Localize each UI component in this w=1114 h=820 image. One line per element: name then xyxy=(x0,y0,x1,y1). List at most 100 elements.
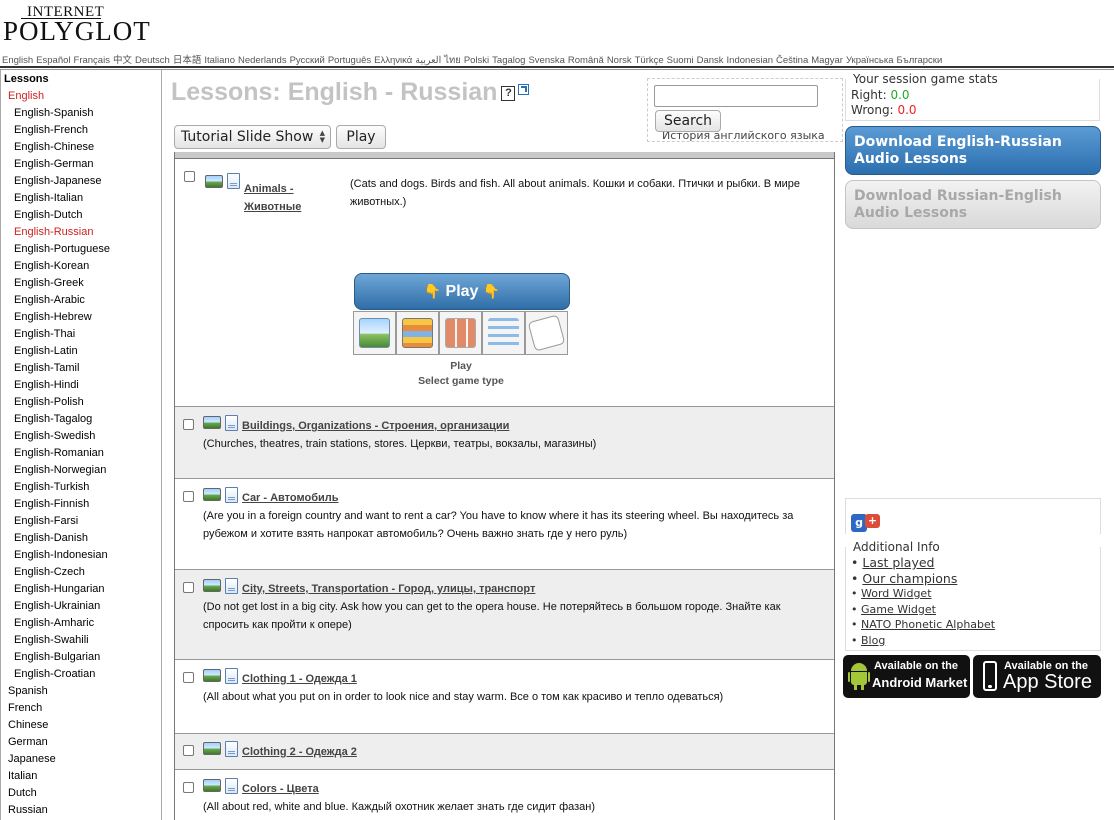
sidebar-item[interactable]: English-Russian xyxy=(1,224,161,241)
sidebar-item[interactable]: English-Croatian xyxy=(1,666,161,683)
sidebar-item[interactable]: English-Spanish xyxy=(1,105,161,122)
sidebar-item[interactable]: English-Latin xyxy=(1,343,161,360)
sidebar-item[interactable]: English xyxy=(1,88,161,105)
lesson-checkbox[interactable] xyxy=(183,745,194,756)
language-link[interactable]: Русский xyxy=(290,55,325,66)
big-play-button[interactable]: 👇 Play 👇 xyxy=(354,273,570,310)
language-link[interactable]: Polski xyxy=(464,55,489,66)
info-link[interactable]: Blog xyxy=(861,634,885,647)
search-input[interactable] xyxy=(654,85,818,107)
picture-game-icon[interactable] xyxy=(353,311,396,355)
language-link[interactable]: ไทย xyxy=(444,55,461,66)
sidebar-item[interactable]: English-Hungarian xyxy=(1,581,161,598)
document-icon[interactable] xyxy=(225,415,238,431)
picture-icon[interactable] xyxy=(203,669,221,682)
sidebar-item[interactable]: English-Korean xyxy=(1,258,161,275)
sidebar-item[interactable]: English-Danish xyxy=(1,530,161,547)
picture-icon[interactable] xyxy=(203,416,221,429)
info-link[interactable]: NATO Phonetic Alphabet xyxy=(861,618,995,631)
language-link[interactable]: Română xyxy=(568,55,604,66)
sidebar-item[interactable]: English-Arabic xyxy=(1,292,161,309)
sidebar-item[interactable]: Japanese xyxy=(1,751,161,768)
sidebar-item[interactable]: English-Swedish xyxy=(1,428,161,445)
sidebar-item[interactable]: English-Farsi xyxy=(1,513,161,530)
lesson-title-link[interactable]: Clothing 1 - Одежда 1 xyxy=(242,673,357,685)
language-link[interactable]: Italiano xyxy=(204,55,235,66)
document-icon[interactable] xyxy=(225,578,238,594)
language-link[interactable]: Indonesian xyxy=(727,55,773,66)
sidebar-item[interactable]: German xyxy=(1,734,161,751)
language-link[interactable]: Dansk xyxy=(697,55,724,66)
language-link[interactable]: Português xyxy=(328,55,371,66)
picture-icon[interactable] xyxy=(203,779,221,792)
sidebar-item[interactable]: English-Greek xyxy=(1,275,161,292)
lesson-checkbox[interactable] xyxy=(183,672,194,683)
language-link[interactable]: Tagalog xyxy=(492,55,525,66)
language-link[interactable]: Français xyxy=(74,55,110,66)
lesson-checkbox[interactable] xyxy=(183,491,194,502)
document-icon[interactable] xyxy=(225,487,238,503)
language-link[interactable]: 日本語 xyxy=(173,55,202,66)
external-link-icon[interactable] xyxy=(518,84,530,95)
sidebar-item[interactable]: Dutch xyxy=(1,785,161,802)
sidebar-item[interactable]: English-Swahili xyxy=(1,632,161,649)
language-link[interactable]: Български xyxy=(897,55,943,66)
language-link[interactable]: English xyxy=(2,55,33,66)
list-game-icon[interactable] xyxy=(482,311,525,355)
sidebar-item[interactable]: English-Amharic xyxy=(1,615,161,632)
site-logo[interactable]: INTERNET POLYGLOT xyxy=(3,2,150,46)
language-link[interactable]: Türkçe xyxy=(635,55,664,66)
game-mode-select[interactable]: Tutorial Slide Show ▲ ▼ xyxy=(174,125,331,149)
document-icon[interactable] xyxy=(225,778,238,794)
google-plus-icon[interactable]: g + xyxy=(851,514,880,532)
picture-icon[interactable] xyxy=(203,742,221,755)
tiles-game-icon[interactable] xyxy=(439,311,482,355)
lesson-title-link[interactable]: Clothing 2 - Одежда 2 xyxy=(242,746,357,758)
sidebar-item[interactable]: Chinese xyxy=(1,717,161,734)
dice-game-icon[interactable] xyxy=(525,311,568,355)
language-link[interactable]: Svenska xyxy=(528,55,564,66)
picture-icon[interactable] xyxy=(203,579,221,592)
language-link[interactable]: العربية xyxy=(415,55,441,66)
language-link[interactable]: Ελληνικά xyxy=(374,55,412,66)
language-link[interactable]: Norsk xyxy=(607,55,632,66)
lesson-title-link[interactable]: Colors - Цвета xyxy=(242,783,319,795)
document-icon[interactable] xyxy=(225,668,238,684)
language-link[interactable]: Suomi xyxy=(667,55,694,66)
sidebar-item[interactable]: English-Turkish xyxy=(1,479,161,496)
search-button[interactable]: Search xyxy=(655,110,721,132)
sidebar-item[interactable]: English-Dutch xyxy=(1,207,161,224)
help-icon[interactable]: ? xyxy=(501,86,516,101)
picture-icon[interactable] xyxy=(203,488,221,501)
sidebar-item[interactable]: English-Romanian xyxy=(1,445,161,462)
sidebar-item[interactable]: English-Tagalog xyxy=(1,411,161,428)
sidebar-item[interactable]: English-Czech xyxy=(1,564,161,581)
sidebar-item[interactable]: Italian xyxy=(1,768,161,785)
sidebar-item[interactable]: English-Thai xyxy=(1,326,161,343)
sidebar-item[interactable]: English-Norwegian xyxy=(1,462,161,479)
sidebar-item[interactable]: English-Bulgarian xyxy=(1,649,161,666)
layers-game-icon[interactable] xyxy=(396,311,439,355)
sidebar-item[interactable]: Russian xyxy=(1,802,161,819)
lesson-title-link[interactable]: Buildings, Organizations - Строения, орг… xyxy=(242,420,509,432)
sidebar-item[interactable]: English-Polish xyxy=(1,394,161,411)
sidebar-item[interactable]: English-Italian xyxy=(1,190,161,207)
download-english-russian-button[interactable]: Download English-Russian Audio Lessons xyxy=(845,126,1101,175)
language-link[interactable]: Nederlands xyxy=(238,55,287,66)
language-link[interactable]: Українська xyxy=(846,55,894,66)
lesson-checkbox[interactable] xyxy=(183,782,194,793)
sidebar-item[interactable]: English-Portuguese xyxy=(1,241,161,258)
language-link[interactable]: Čeština xyxy=(776,55,808,66)
sidebar-item[interactable]: Spanish xyxy=(1,683,161,700)
sidebar-item[interactable]: English-German xyxy=(1,156,161,173)
lesson-checkbox[interactable] xyxy=(183,419,194,430)
language-link[interactable]: 中文 xyxy=(113,55,132,66)
sidebar-item[interactable]: English-Hebrew xyxy=(1,309,161,326)
sidebar-item[interactable]: English-Chinese xyxy=(1,139,161,156)
sidebar-item[interactable]: English-Japanese xyxy=(1,173,161,190)
document-icon[interactable] xyxy=(225,741,238,757)
sidebar-item[interactable]: English-Indonesian xyxy=(1,547,161,564)
sidebar-item[interactable]: English-Ukrainian xyxy=(1,598,161,615)
info-link[interactable]: Game Widget xyxy=(861,603,936,616)
info-link[interactable]: Last played xyxy=(862,555,934,570)
